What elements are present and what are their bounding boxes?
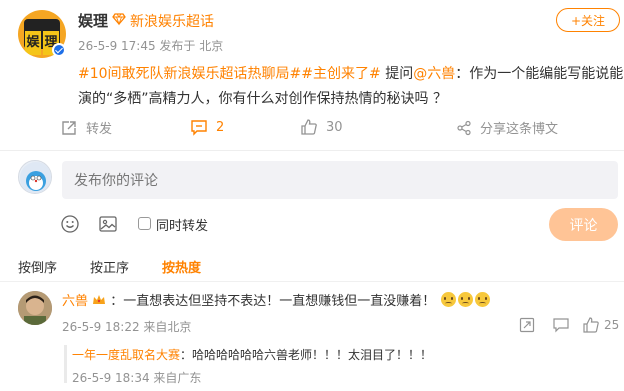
- like-button[interactable]: 30: [300, 118, 343, 136]
- repost-label: 转发: [86, 122, 113, 137]
- commenter-name[interactable]: 六兽: [62, 294, 88, 309]
- post-hashtags[interactable]: #10间敢死队新浪娱乐超话热聊局##主创来了#: [78, 66, 381, 82]
- post-text-a: 提问: [380, 66, 414, 82]
- author-name[interactable]: 娱理: [78, 10, 108, 31]
- image-icon[interactable]: [98, 214, 118, 234]
- emoji-sad-icon: [458, 292, 474, 307]
- submit-comment-button[interactable]: 评论: [549, 208, 618, 241]
- post-content: #10间敢死队新浪娱乐超话热聊局##主创来了# 提问@六兽：作为一个能编能写能说…: [78, 62, 624, 112]
- divider: [0, 281, 624, 282]
- comment-meta: 26-5-9 18:22 来自北京: [62, 320, 192, 334]
- like-icon: [301, 119, 317, 135]
- crown-badge-icon: [93, 295, 106, 304]
- avatar-logo-char-1: 娱: [25, 31, 41, 55]
- comment-like-count: 25: [604, 318, 620, 332]
- reply-text: ：哈哈哈哈哈哈六兽老师！！！太泪目了！！！: [180, 348, 433, 362]
- commenter-photo: [18, 291, 52, 325]
- comment-line: 六兽 ：一直想表达但坚持不表达！一直想赚钱但一直没赚着！: [62, 290, 491, 309]
- commenter-avatar[interactable]: [18, 291, 52, 325]
- reply-icon[interactable]: [552, 316, 570, 334]
- comment-icon: [191, 120, 207, 136]
- my-avatar[interactable]: [18, 160, 52, 194]
- divider: [0, 150, 624, 151]
- reply-author[interactable]: 一年一度乱取名大赛: [72, 348, 180, 362]
- share-button[interactable]: 分享这条博文: [456, 118, 558, 137]
- also-repost-label[interactable]: 同时转发: [156, 215, 208, 234]
- comment-count: 2: [216, 119, 225, 135]
- super-topic-link[interactable]: 新浪娱乐超话: [130, 11, 214, 31]
- sort-asc-tab[interactable]: 按正序: [90, 257, 129, 276]
- share-label: 分享这条博文: [480, 122, 559, 137]
- sort-desc-tab[interactable]: 按倒序: [18, 257, 57, 276]
- comment-like-icon[interactable]: [582, 316, 600, 334]
- comment-input[interactable]: [62, 161, 618, 199]
- emoji-sad-icon: [441, 292, 457, 307]
- also-repost-checkbox[interactable]: [138, 217, 151, 230]
- repost-icon: [62, 120, 76, 135]
- post-mention[interactable]: @六兽: [413, 66, 455, 82]
- reply-line: 一年一度乱取名大赛：哈哈哈哈哈哈六兽老师！！！太泪目了！！！: [72, 346, 432, 363]
- sort-hot-tab[interactable]: 按热度: [162, 257, 201, 276]
- emoji-icon[interactable]: [60, 214, 80, 234]
- follow-button[interactable]: +关注: [556, 8, 620, 32]
- reply-indent-bar: [64, 345, 67, 383]
- comment-text: ：一直想表达但坚持不表达！一直想赚钱但一直没赚着！: [110, 294, 436, 309]
- report-icon[interactable]: [518, 316, 536, 334]
- super-topic-icon: [112, 13, 126, 26]
- emoji-sad-icon: [475, 292, 491, 307]
- robot-avatar-icon: [20, 162, 51, 193]
- repost-button[interactable]: 转发: [60, 118, 112, 137]
- post-meta: 26-5-9 17:45 发布于 北京: [78, 39, 224, 53]
- reply-meta: 26-5-9 18:34 来自广东: [72, 371, 202, 385]
- verified-icon: [52, 43, 66, 57]
- share-icon: [457, 120, 471, 135]
- like-count: 30: [326, 119, 343, 135]
- comment-button[interactable]: 2: [190, 118, 224, 136]
